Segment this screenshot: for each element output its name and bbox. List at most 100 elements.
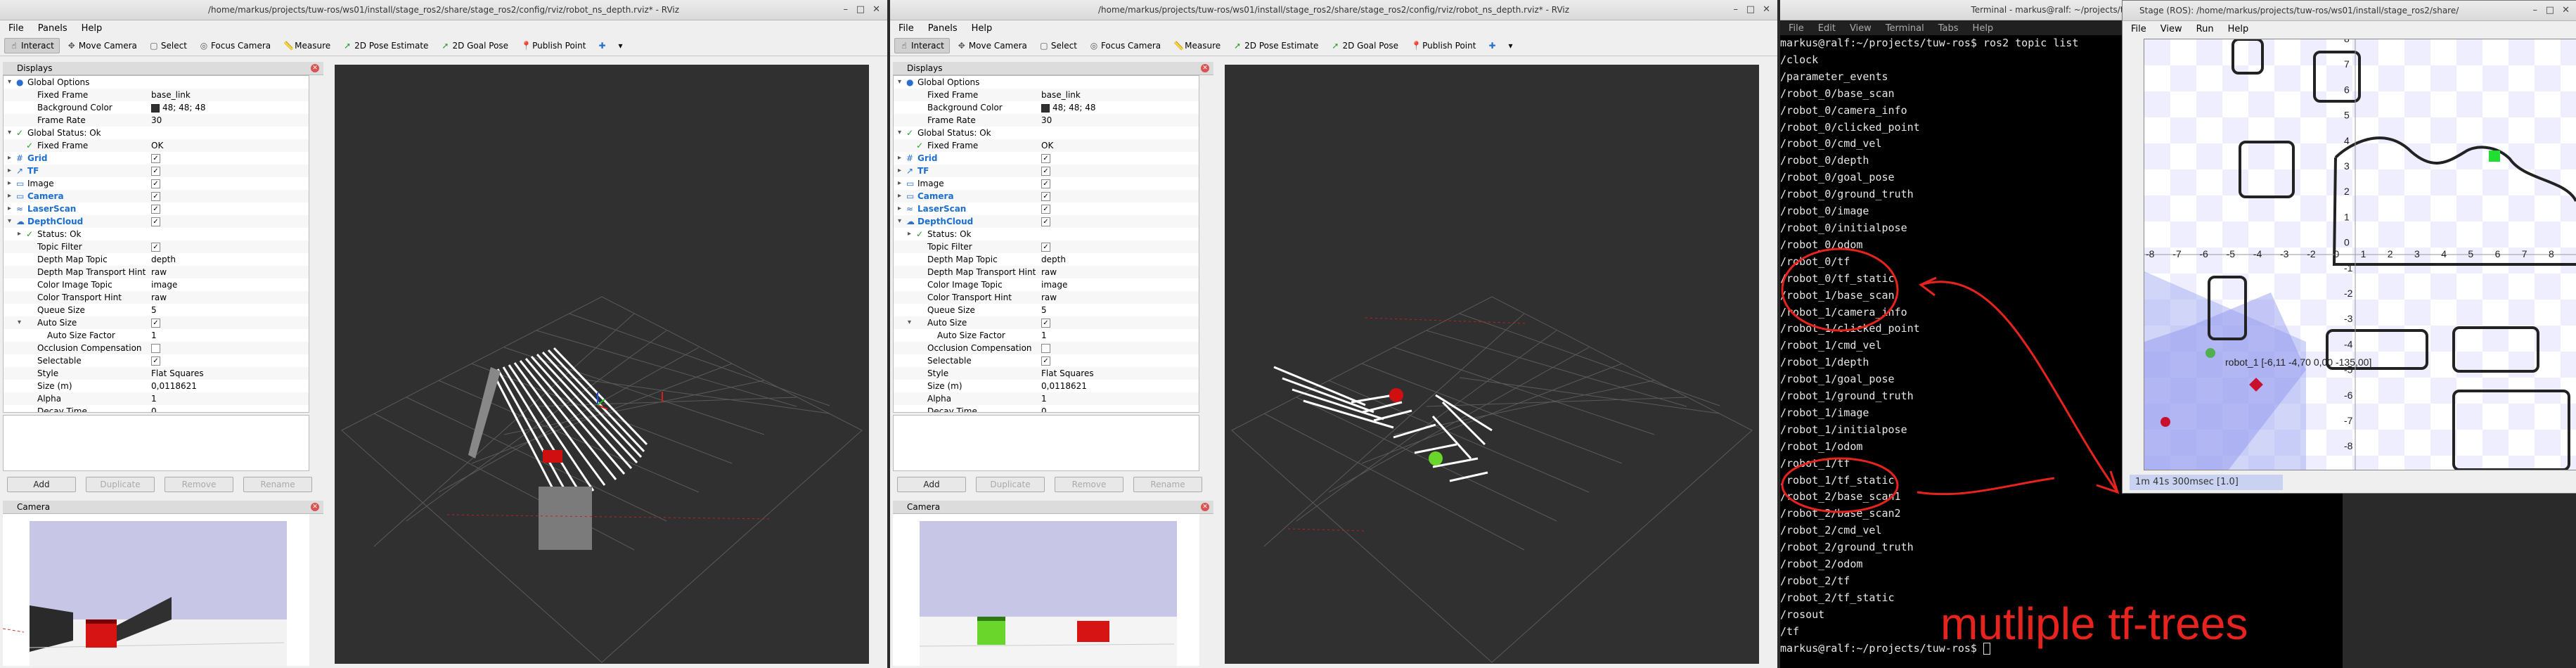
expand-icon[interactable]: ▾ (8, 76, 11, 89)
display-row[interactable]: Color Image Topic image (4, 278, 309, 291)
3d-viewport[interactable] (1225, 65, 1759, 664)
tool-measure[interactable]: 📏 Measure (278, 39, 335, 53)
display-row[interactable]: ▸ ✓ Status: Ok (4, 228, 309, 240)
checkbox[interactable]: ✓ (1041, 154, 1050, 163)
expand-icon[interactable]: ▾ (898, 127, 901, 139)
expand-icon[interactable]: ▸ (8, 177, 11, 190)
display-checkbox[interactable]: ✓ (151, 152, 160, 165)
display-row[interactable]: ▾ ● Global Options (894, 76, 1199, 89)
3d-viewport[interactable] (335, 65, 869, 664)
tool-focus-camera[interactable]: ◎ Focus Camera (1085, 39, 1166, 53)
display-row[interactable]: Depth Map Topic depth (4, 253, 309, 266)
display-checkbox[interactable]: ✓ (151, 354, 160, 367)
display-row[interactable]: ▾ Auto Size ✓ (894, 316, 1199, 329)
display-row[interactable]: ▾ ☁ DepthCloud ✓ (894, 215, 1199, 228)
display-checkbox[interactable]: ✓ (151, 165, 160, 177)
checkbox[interactable]: ✓ (151, 205, 160, 214)
display-checkbox[interactable]: ✓ (151, 190, 160, 203)
display-checkbox[interactable]: ✓ (1041, 215, 1050, 228)
camera-view[interactable] (3, 514, 309, 666)
tool-interact[interactable]: ☝ Interact (894, 38, 950, 53)
display-row[interactable]: Topic Filter ✓ (894, 240, 1199, 253)
checkbox[interactable]: ✓ (151, 243, 160, 252)
display-row[interactable]: Depth Map Transport Hint raw (4, 266, 309, 278)
checkbox[interactable]: ✓ (151, 179, 160, 188)
tool-2d-pose-estimate[interactable]: ➚ 2D Pose Estimate (1228, 39, 1323, 53)
display-row[interactable]: Auto Size Factor 1 (894, 329, 1199, 342)
checkbox[interactable]: ✓ (1041, 357, 1050, 366)
expand-icon[interactable]: ▾ (898, 215, 901, 228)
checkbox[interactable]: ✓ (1041, 243, 1050, 252)
tool-move-camera[interactable]: ✥ Move Camera (63, 39, 142, 53)
display-row[interactable]: ▸ ▭ Image ✓ (4, 177, 309, 190)
display-row[interactable]: Background Color 48; 48; 48 (894, 101, 1199, 114)
menu-item-help[interactable]: Help (966, 23, 998, 34)
tool-interact[interactable]: ☝ Interact (4, 38, 60, 53)
close-icon[interactable]: ✕ (1763, 4, 1770, 15)
close-panel-icon[interactable]: ✕ (311, 64, 319, 72)
tool-select[interactable]: ▢ Select (1035, 39, 1082, 53)
display-row[interactable]: ✓ Fixed Frame OK (4, 139, 309, 152)
expand-icon[interactable]: ▸ (8, 190, 11, 203)
display-row[interactable]: Decay Time 0 (894, 405, 1199, 412)
remove-button[interactable]: Remove (165, 477, 233, 492)
display-checkbox[interactable]: ✓ (1041, 354, 1050, 367)
menu-item-panels[interactable]: Panels (922, 23, 963, 34)
close-icon[interactable]: ✕ (2562, 5, 2570, 15)
display-row[interactable]: Frame Rate 30 (4, 114, 309, 127)
display-checkbox[interactable]: ✓ (151, 177, 160, 190)
display-row[interactable]: Color Transport Hint raw (894, 291, 1199, 304)
menu-item-file[interactable]: File (2125, 24, 2152, 34)
display-row[interactable]: ▸ ≈ LaserScan ✓ (894, 203, 1199, 215)
checkbox[interactable]: ✓ (151, 217, 160, 226)
expand-icon[interactable]: ▸ (18, 228, 21, 240)
display-checkbox[interactable]: ✓ (1041, 165, 1050, 177)
display-row[interactable]: Fixed Frame base_link (894, 89, 1199, 101)
add-button[interactable]: Add (7, 477, 76, 492)
checkbox[interactable]: ✓ (1041, 179, 1050, 188)
checkbox[interactable]: ✓ (151, 357, 160, 366)
display-row[interactable]: Background Color 48; 48; 48 (4, 101, 309, 114)
expand-icon[interactable]: ▾ (908, 316, 911, 329)
checkbox[interactable]: ✓ (1041, 205, 1050, 214)
tool-menu-icon[interactable]: ▾ (614, 39, 628, 53)
display-row[interactable]: Style Flat Squares (894, 367, 1199, 380)
display-row[interactable]: ▾ ● Global Options (4, 76, 309, 89)
display-row[interactable]: ▸ ✓ Status: Ok (894, 228, 1199, 240)
display-checkbox[interactable] (1041, 342, 1050, 354)
display-row[interactable]: Occlusion Compensation (894, 342, 1199, 354)
tool-publish-point[interactable]: 📍 Publish Point (1406, 39, 1481, 53)
tool-move-camera[interactable]: ✥ Move Camera (953, 39, 1032, 53)
stage-map[interactable]: -8-7-6-5-4-3-2012345678 876543210-1-2-3-… (2144, 39, 2576, 470)
expand-icon[interactable]: ▸ (898, 165, 901, 177)
add-tool-icon[interactable]: ✚ (593, 39, 610, 53)
display-row[interactable]: ▾ ✓ Global Status: Ok (4, 127, 309, 139)
expand-icon[interactable]: ▸ (8, 203, 11, 215)
display-row[interactable]: Alpha 1 (894, 392, 1199, 405)
checkbox[interactable]: ✓ (1041, 217, 1050, 226)
tool-measure[interactable]: 📏 Measure (1168, 39, 1225, 53)
display-row[interactable]: Depth Map Topic depth (894, 253, 1199, 266)
display-row[interactable]: Frame Rate 30 (894, 114, 1199, 127)
expand-icon[interactable]: ▸ (898, 177, 901, 190)
close-panel-icon[interactable]: ✕ (1201, 64, 1209, 72)
tool-menu-icon[interactable]: ▾ (1504, 39, 1518, 53)
expand-icon[interactable]: ▾ (8, 215, 11, 228)
minimize-icon[interactable]: – (1734, 4, 1739, 15)
display-row[interactable]: ▾ Auto Size ✓ (4, 316, 309, 329)
displays-tree[interactable]: ▾ ● Global Options Fixed Frame base_link Back… (3, 75, 309, 413)
display-row[interactable]: ✓ Fixed Frame OK (894, 139, 1199, 152)
add-button[interactable]: Add (897, 477, 966, 492)
checkbox[interactable]: ✓ (1041, 192, 1050, 201)
display-row[interactable]: ▸ # Grid ✓ (4, 152, 309, 165)
display-row[interactable]: Color Image Topic image (894, 278, 1199, 291)
display-checkbox[interactable]: ✓ (151, 203, 160, 215)
menu-item-file[interactable]: File (3, 23, 30, 34)
display-checkbox[interactable]: ✓ (1041, 316, 1050, 329)
checkbox[interactable]: ✓ (151, 192, 160, 201)
checkbox[interactable] (1041, 344, 1050, 353)
display-row[interactable]: Auto Size Factor 1 (4, 329, 309, 342)
display-row[interactable]: Fixed Frame base_link (4, 89, 309, 101)
display-row[interactable]: Queue Size 5 (894, 304, 1199, 316)
display-checkbox[interactable]: ✓ (151, 215, 160, 228)
